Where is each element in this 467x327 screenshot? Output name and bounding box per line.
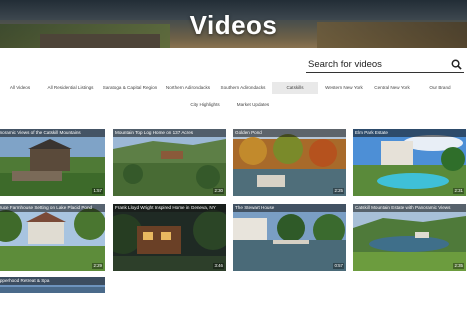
- video-title: Elm Park Estate: [353, 129, 466, 137]
- search-input[interactable]: [308, 57, 438, 72]
- video-duration: 3:46: [213, 263, 224, 269]
- filter-all-residential[interactable]: All Residential Listings: [43, 82, 98, 94]
- video-title: The Stewart House: [233, 204, 346, 212]
- video-duration: 2:29: [92, 263, 103, 269]
- video-thumbnail: [353, 204, 466, 271]
- filter-all-videos[interactable]: All Videos: [2, 82, 38, 94]
- video-duration: 0:57: [333, 263, 344, 269]
- video-thumbnail: [0, 204, 105, 271]
- video-title: Golden Pond: [233, 129, 346, 137]
- video-card[interactable]: Frank Lloyd Wright Inspired Home in Gene…: [113, 204, 226, 271]
- filter-southern-adirondacks[interactable]: Southern Adirondacks: [217, 82, 269, 94]
- hero-banner: Videos: [0, 0, 467, 48]
- video-thumbnail: [113, 129, 226, 196]
- video-card[interactable]: Mountain Top Log Home on 137 Acres 2:30: [113, 129, 226, 196]
- filter-our-brand[interactable]: Our Brand: [420, 82, 460, 94]
- filter-city-highlights[interactable]: City Highlights: [185, 99, 225, 111]
- video-title: Spruce Farmhouse Setting on Lake Placid …: [0, 204, 105, 212]
- search-box[interactable]: [306, 57, 464, 73]
- video-title: Catskill Mountain Estate with Panoramic …: [353, 204, 466, 212]
- video-duration: 2:31: [453, 188, 464, 194]
- filter-catskills[interactable]: Catskills: [272, 82, 318, 94]
- video-card[interactable]: Spruce Farmhouse Setting on Lake Placid …: [0, 204, 105, 271]
- video-card[interactable]: Panoramic Views of the Catskill Mountain…: [0, 129, 105, 196]
- video-card[interactable]: Catskill Mountain Estate with Panoramic …: [353, 204, 466, 271]
- video-duration: 2:30: [213, 188, 224, 194]
- video-duration: 1:57: [92, 188, 103, 194]
- video-thumbnail: [233, 129, 346, 196]
- filter-central-ny[interactable]: Central New York: [370, 82, 414, 94]
- page-title: Videos: [189, 10, 278, 40]
- search-icon[interactable]: [451, 59, 462, 70]
- video-card[interactable]: Golden Pond 2:25: [233, 129, 346, 196]
- video-thumbnail: [113, 204, 226, 271]
- video-title: Copperhood Retreat & Spa: [0, 277, 105, 285]
- video-card[interactable]: The Stewart House 0:57: [233, 204, 346, 271]
- video-title: Frank Lloyd Wright Inspired Home in Gene…: [113, 204, 226, 212]
- video-thumbnail: [233, 204, 346, 271]
- filter-market-updates[interactable]: Market Updates: [231, 99, 275, 111]
- filter-northern-adirondacks[interactable]: Northern Adirondacks: [162, 82, 214, 94]
- video-duration: 2:25: [333, 188, 344, 194]
- filter-saratoga-capital[interactable]: Saratoga & Capital Region: [101, 82, 159, 94]
- video-card[interactable]: Copperhood Retreat & Spa: [0, 277, 105, 293]
- filter-western-ny[interactable]: Western New York: [321, 82, 367, 94]
- video-title: Mountain Top Log Home on 137 Acres: [113, 129, 226, 137]
- video-thumbnail: [353, 129, 466, 196]
- video-thumbnail: [0, 129, 105, 196]
- video-duration: 2:35: [453, 263, 464, 269]
- video-card[interactable]: Elm Park Estate 2:31: [353, 129, 466, 196]
- video-title: Panoramic Views of the Catskill Mountain…: [0, 129, 105, 137]
